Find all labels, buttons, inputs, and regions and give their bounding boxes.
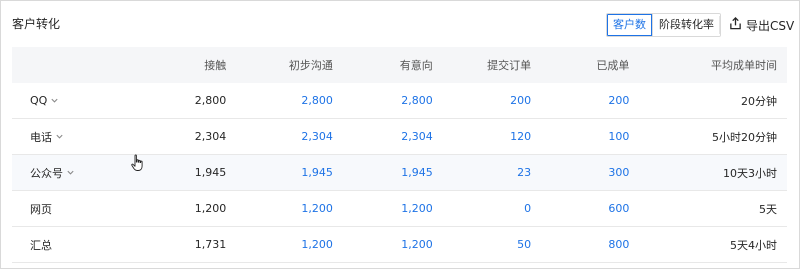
table-row-total: 汇总 1,731 1,200 1,200 50 800 5天4小时 <box>12 226 787 263</box>
row-label: 汇总 <box>30 238 52 252</box>
cell-initial-link[interactable]: 2,304 <box>236 118 343 155</box>
table-row-hovered: 公众号 1,945 1,945 1,945 23 300 10天3小时 <box>12 154 787 191</box>
row-label-cell[interactable]: 公众号 <box>12 154 130 191</box>
cell-order-link[interactable]: 200 <box>442 83 542 119</box>
col-header-channel <box>12 47 130 83</box>
chevron-down-icon <box>50 96 59 105</box>
row-label-cell[interactable]: 电话 <box>12 118 130 155</box>
cell-initial-link[interactable]: 1,200 <box>236 226 343 263</box>
row-label-expand[interactable]: 电话 <box>30 129 64 145</box>
cell-avg-time: 5天 <box>639 190 787 227</box>
row-label-cell: 网页 <box>12 190 130 227</box>
row-label: QQ <box>30 94 48 107</box>
toggle-customer-count[interactable]: 客户数 <box>607 14 652 36</box>
export-label: 导出CSV <box>746 18 795 33</box>
cell-order-link[interactable]: 50 <box>442 226 542 263</box>
cell-contact: 2,800 <box>129 83 237 119</box>
cell-order-link[interactable]: 0 <box>442 190 542 227</box>
cell-contact: 1,731 <box>129 226 237 263</box>
cell-avg-time: 20分钟 <box>639 83 787 119</box>
cell-closed-link[interactable]: 800 <box>541 226 640 263</box>
row-label: 电话 <box>30 130 52 144</box>
row-label-expand[interactable]: 公众号 <box>30 165 75 181</box>
cell-closed-link[interactable]: 100 <box>541 118 640 155</box>
export-csv-button[interactable]: 导出CSV <box>729 15 794 35</box>
cell-avg-time: 5小时20分钟 <box>639 118 787 155</box>
cell-contact: 2,304 <box>129 118 237 155</box>
cell-closed-link[interactable]: 600 <box>541 190 640 227</box>
panel-title: 客户转化 <box>12 17 61 31</box>
cell-closed-link[interactable]: 300 <box>541 154 640 191</box>
cell-initial-link[interactable]: 1,200 <box>236 190 343 227</box>
cell-initial-link[interactable]: 2,800 <box>236 83 343 119</box>
cell-avg-time: 10天3小时 <box>639 154 787 191</box>
col-header-closed: 已成单 <box>541 47 640 83</box>
table-row: QQ 2,800 2,800 2,800 200 200 20分钟 <box>12 83 787 119</box>
table-row: 网页 1,200 1,200 1,200 0 600 5天 <box>12 190 787 227</box>
cell-intent-link[interactable]: 2,800 <box>342 83 443 119</box>
cell-initial-link[interactable]: 1,945 <box>236 154 343 191</box>
hand-pointer-cursor-icon <box>130 154 146 172</box>
cell-closed-link[interactable]: 200 <box>541 83 640 119</box>
conversion-table: 接触 初步沟通 有意向 提交订单 已成单 平均成单时间 QQ 2,800 2,8… <box>12 47 787 263</box>
table-header-row: 接触 初步沟通 有意向 提交订单 已成单 平均成单时间 <box>12 47 787 83</box>
col-header-initial: 初步沟通 <box>236 47 343 83</box>
cell-contact: 1,200 <box>129 190 237 227</box>
cell-intent-link[interactable]: 1,200 <box>342 226 443 263</box>
divider <box>719 16 720 34</box>
col-header-contact: 接触 <box>129 47 237 83</box>
metric-toggle[interactable]: 客户数 阶段转化率 <box>606 13 721 37</box>
cell-order-link[interactable]: 23 <box>442 154 542 191</box>
row-label: 公众号 <box>30 166 63 180</box>
cell-avg-time: 5天4小时 <box>639 226 787 263</box>
chevron-down-icon <box>55 132 64 141</box>
export-icon <box>729 17 742 33</box>
cell-intent-link[interactable]: 2,304 <box>342 118 443 155</box>
cell-intent-link[interactable]: 1,945 <box>342 154 443 191</box>
chevron-down-icon <box>66 168 75 177</box>
cell-intent-link[interactable]: 1,200 <box>342 190 443 227</box>
row-label: 网页 <box>30 202 52 216</box>
customer-conversion-panel: 客户转化 客户数 阶段转化率 导出CSV 接触 初步沟通 有意向 提交订单 已成… <box>0 0 800 269</box>
row-label-expand[interactable]: QQ <box>30 94 59 107</box>
table-row: 电话 2,304 2,304 2,304 120 100 5小时20分钟 <box>12 118 787 155</box>
cell-order-link[interactable]: 120 <box>442 118 542 155</box>
toggle-stage-conversion[interactable]: 阶段转化率 <box>652 14 720 36</box>
col-header-avg-time: 平均成单时间 <box>639 47 787 83</box>
col-header-intent: 有意向 <box>342 47 443 83</box>
row-label-cell[interactable]: QQ <box>12 83 130 119</box>
col-header-order: 提交订单 <box>442 47 542 83</box>
row-label-cell: 汇总 <box>12 226 130 263</box>
